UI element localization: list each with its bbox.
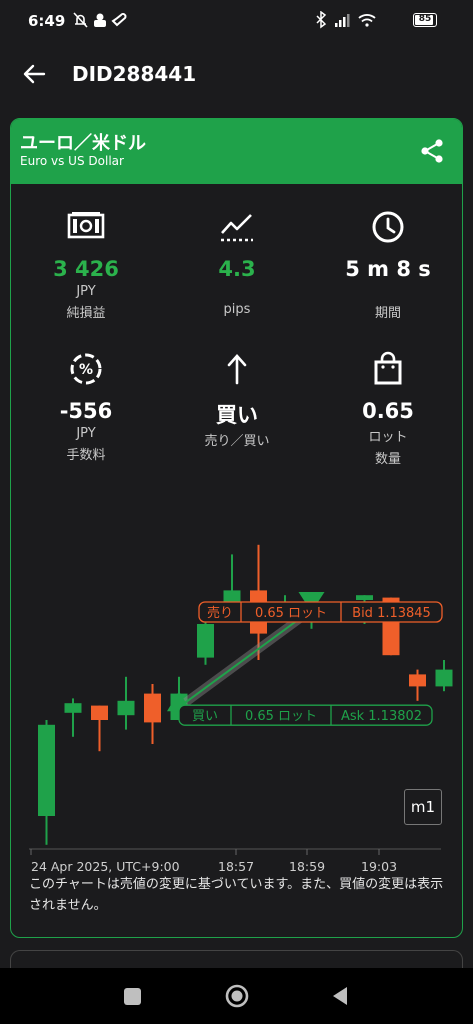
candle-body: [435, 669, 453, 687]
trend-chart-icon: [221, 214, 253, 242]
trade-card: ユーロ／米ドル Euro vs US Dollar 3 426 JPY 純損益 …: [10, 118, 463, 938]
chart-note: このチャートは売値の変更に基づいています。また、買値の変更は表示されません。: [29, 877, 444, 913]
price-tag-price: Ask 1.13802: [341, 709, 422, 724]
price-tag-price: Bid 1.13845: [352, 606, 431, 621]
candle-body: [197, 624, 214, 658]
candle-body: [38, 724, 55, 816]
commission-unit: JPY: [76, 426, 96, 441]
price-tag-side: 買い: [192, 709, 218, 724]
profit-unit: JPY: [76, 284, 96, 299]
mute-bell-icon: [73, 12, 88, 28]
nav-buttons: [124, 984, 347, 1008]
symbol-name: ユーロ／米ドル: [20, 133, 146, 154]
duration-value: 5 m 8 s: [345, 257, 431, 281]
volume-unit: ロット: [368, 430, 408, 445]
duration-label: 期間: [374, 306, 401, 321]
profit-label: 純損益: [66, 306, 106, 321]
stat-pips: 4.3 pips: [162, 207, 312, 317]
home-icon: [225, 984, 249, 1008]
x-tick-label: 19:03: [361, 859, 397, 874]
candle-body: [356, 595, 373, 600]
symbol-description: Euro vs US Dollar: [20, 154, 124, 168]
notification-icons: [73, 12, 127, 28]
app-notification-icon: [94, 13, 106, 27]
direction-value: 買い: [216, 403, 258, 427]
heart-link-icon: [111, 13, 127, 27]
duration-unit-spacer: [313, 284, 462, 299]
clock-icon: [372, 211, 404, 243]
percent-icon: %: [70, 353, 102, 385]
pips-unit-spacer: [162, 284, 312, 299]
candle-body: [91, 705, 108, 720]
battery-icon: 85: [413, 13, 437, 27]
battery-level: 85: [418, 14, 432, 24]
share-icon[interactable]: [418, 137, 446, 165]
arrow-up-icon: [227, 354, 247, 385]
stat-commission: % -556 JPY 手数料: [11, 349, 161, 463]
signal-icon: [335, 14, 350, 27]
system-nav-bar: [0, 968, 473, 1024]
chart-canvas[interactable]: 売り 0.65 ロット Bid 1.13845 買い 0.65 ロット Ask 1.138…: [11, 479, 463, 874]
app-bar: DID288441: [0, 50, 473, 98]
shopping-bag-icon: [374, 351, 402, 385]
price-tag-lot: 0.65 ロット: [245, 709, 317, 724]
stat-direction: 買い 売り／買い: [162, 349, 312, 449]
wifi-icon: [358, 14, 376, 27]
x-tick-label: 18:57: [218, 859, 254, 874]
recents-icon: [124, 988, 141, 1005]
commission-label: 手数料: [66, 448, 106, 463]
price-tag-side: 売り: [207, 605, 233, 621]
card-header: ユーロ／米ドル Euro vs US Dollar: [11, 119, 462, 184]
direction-label: 売り／買い: [204, 434, 270, 449]
candle-body: [144, 693, 161, 723]
bluetooth-icon: [316, 11, 327, 29]
price-tag-lot: 0.65 ロット: [255, 606, 327, 621]
timeframe-button[interactable]: m1: [404, 789, 442, 825]
status-time: 6:49: [28, 12, 66, 30]
svg-text:%: %: [79, 362, 93, 378]
commission-value: -556: [59, 399, 113, 423]
back-arrow-icon[interactable]: [20, 60, 48, 88]
candle-body: [117, 700, 135, 716]
x-tick-label: 18:59: [289, 859, 325, 874]
candle-body: [409, 674, 426, 687]
candle-body: [462, 557, 463, 646]
money-icon: [67, 212, 105, 239]
back-nav-icon: [333, 987, 347, 1005]
volume-value: 0.65: [362, 399, 414, 423]
pips-label: pips: [223, 302, 251, 317]
stat-profit: 3 426 JPY 純損益: [11, 207, 161, 321]
stat-duration: 5 m 8 s 期間: [313, 207, 462, 321]
stat-volume: 0.65 ロット 数量: [313, 349, 462, 467]
status-bar: 6:49 85: [0, 0, 473, 42]
page-title: DID288441: [72, 62, 197, 86]
volume-label: 数量: [374, 452, 401, 467]
profit-value: 3 426: [53, 257, 119, 281]
x-tick-label: 24 Apr 2025, UTC+9:00: [31, 859, 180, 874]
candle-body: [64, 703, 82, 713]
candlestick-chart[interactable]: 売り 0.65 ロット Bid 1.13845 買い 0.65 ロット Ask 1.138…: [11, 479, 463, 874]
pips-value: 4.3: [218, 257, 256, 281]
